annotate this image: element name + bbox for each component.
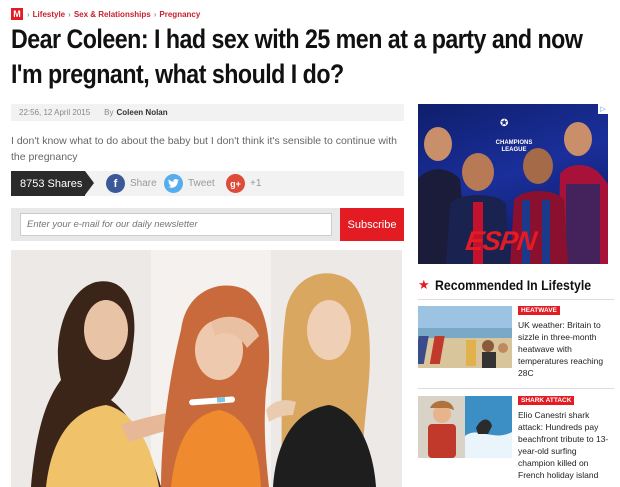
share-count: 8753 Shares [11, 171, 94, 196]
divider [418, 299, 614, 300]
author-link[interactable]: Coleen Nolan [117, 108, 168, 117]
heatwave-thumbnail [418, 306, 512, 368]
article-standfirst: I don't know what to do about the baby b… [11, 135, 398, 163]
article-timestamp: 22:56, 12 April 2015 [19, 108, 91, 117]
subscribe-button[interactable]: Subscribe [340, 208, 404, 241]
advertisement[interactable]: ▷ ✪ CHAMPIONS LEAGUE ESPN [418, 104, 608, 264]
google-plus-label: +1 [250, 178, 262, 189]
breadcrumb-separator: › [153, 9, 157, 19]
facebook-share-label: Share [130, 178, 157, 189]
share-bar: 8753 Shares f Share Tweet g+ +1 [11, 171, 404, 196]
facebook-share-button[interactable]: f Share [106, 174, 157, 193]
breadcrumb-lifestyle[interactable]: Lifestyle [33, 10, 65, 19]
breadcrumb-separator: › [27, 9, 30, 19]
shark-attack-thumbnail [418, 396, 512, 458]
ad-choices-icon[interactable]: ▷ [598, 104, 608, 114]
google-plus-icon: g+ [226, 174, 245, 193]
espn-logo: ESPN [463, 226, 538, 256]
newsletter-signup: Subscribe [11, 208, 404, 241]
ad-competition-label: CHAMPIONS LEAGUE [495, 140, 533, 153]
google-plus-button[interactable]: g+ +1 [226, 174, 261, 193]
star-icon: ★ [418, 277, 430, 292]
recommended-title: Recommended In Lifestyle [434, 277, 591, 293]
rec-text-heatwave[interactable]: UK weather: Britain to sizzle in three-m… [518, 319, 610, 379]
breadcrumb: M › Lifestyle › Sex & Relationships › Pr… [11, 8, 203, 20]
twitter-icon [164, 174, 183, 193]
three-women-pregnancy-test-image [11, 250, 402, 487]
facebook-icon: f [106, 174, 125, 193]
champions-league-star-icon: ✪ [500, 118, 509, 129]
twitter-share-label: Tweet [188, 178, 215, 189]
article-photo [11, 250, 402, 487]
rec-tag-heatwave: HEATWAVE [518, 306, 560, 315]
mirror-logo[interactable]: M [11, 8, 23, 20]
article-meta: 22:56, 12 April 2015 By Coleen Nolan [11, 104, 404, 121]
breadcrumb-pregnancy[interactable]: Pregnancy [159, 10, 200, 19]
recommended-item-shark-attack[interactable]: SHARK ATTACK Elio Canestri shark attack:… [418, 396, 614, 486]
recommended-heading: ★ Recommended In Lifestyle [418, 277, 612, 293]
byline-label: By [104, 108, 114, 117]
divider [418, 388, 614, 389]
article-headline: Dear Coleen: I had sex with 25 men at a … [11, 24, 583, 89]
breadcrumb-sex-relationships[interactable]: Sex & Relationships [74, 10, 151, 19]
recommended-item-heatwave[interactable]: HEATWAVE UK weather: Britain to sizzle i… [418, 306, 614, 384]
newsletter-email-input[interactable] [20, 213, 332, 236]
twitter-share-button[interactable]: Tweet [164, 174, 215, 193]
rec-tag-shark-attack: SHARK ATTACK [518, 396, 575, 405]
rec-text-shark-attack[interactable]: Elio Canestri shark attack: Hundreds pay… [518, 409, 610, 481]
breadcrumb-separator: › [68, 9, 71, 19]
